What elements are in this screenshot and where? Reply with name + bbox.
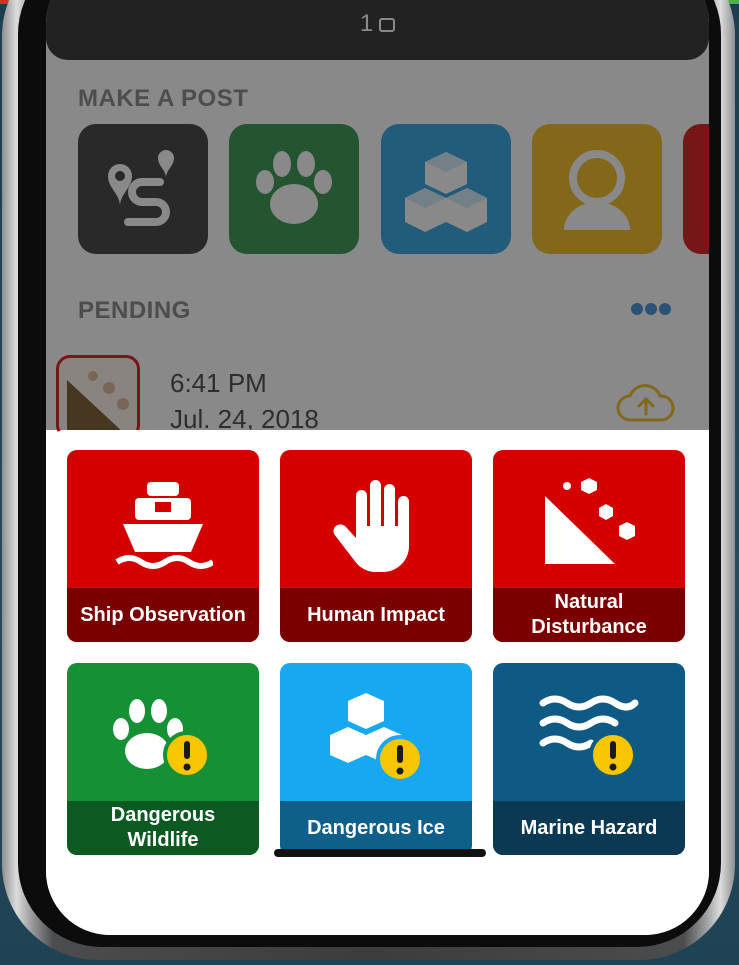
pending-thumbnail[interactable] <box>56 355 140 439</box>
status-indicator: 1 <box>46 10 709 38</box>
category-label: Ship Observation <box>67 588 259 642</box>
category-marine-hazard[interactable]: Marine Hazard <box>493 663 685 855</box>
category-human-impact[interactable]: Human Impact <box>280 450 472 642</box>
cloud-upload-icon[interactable] <box>616 380 676 424</box>
phone-screen: 1 MAKE A POST PENDING 6:41 PM Jul. 24, 2… <box>46 0 709 935</box>
more-options-icon[interactable] <box>631 302 677 320</box>
category-label: Dangerous Wildlife <box>67 801 259 855</box>
category-label: Marine Hazard <box>493 801 685 855</box>
category-label: Human Impact <box>280 588 472 642</box>
make-post-partial-tile[interactable] <box>683 124 709 254</box>
ice-warning-icon <box>330 693 424 783</box>
vibrate-icon <box>379 17 396 32</box>
make-post-route-tile[interactable] <box>78 124 208 254</box>
category-sheet: Ship Observation Human Impact Natural Di… <box>46 430 709 935</box>
paw-icon <box>256 151 332 224</box>
ice-cubes-icon <box>405 152 487 232</box>
category-ship-observation[interactable]: Ship Observation <box>67 450 259 642</box>
status-indicator-text: 1 <box>359 10 376 37</box>
make-a-post-label: MAKE A POST <box>78 85 249 112</box>
category-label: Dangerous Ice <box>280 801 472 855</box>
pending-label: PENDING <box>78 297 191 324</box>
landslide-thumb-icon <box>67 371 129 434</box>
ship-icon <box>115 482 213 569</box>
make-post-person-tile[interactable] <box>532 124 662 254</box>
category-natural-disturbance[interactable]: Natural Disturbance <box>493 450 685 642</box>
category-label: Natural Disturbance <box>493 588 685 642</box>
category-dangerous-ice[interactable]: Dangerous Ice <box>280 663 472 855</box>
pending-time: 6:41 PM <box>170 368 267 398</box>
waves-warning-icon <box>539 695 639 779</box>
landslide-icon <box>545 478 635 564</box>
person-icon <box>564 150 630 230</box>
hand-icon <box>333 480 409 573</box>
make-post-ice-tile[interactable] <box>381 124 511 254</box>
route-icon <box>108 150 174 226</box>
status-bar: 1 <box>46 0 709 60</box>
paw-warning-icon <box>113 699 211 779</box>
category-dangerous-wildlife[interactable]: Dangerous Wildlife <box>67 663 259 855</box>
home-indicator[interactable] <box>274 849 486 857</box>
make-post-wildlife-tile[interactable] <box>229 124 359 254</box>
